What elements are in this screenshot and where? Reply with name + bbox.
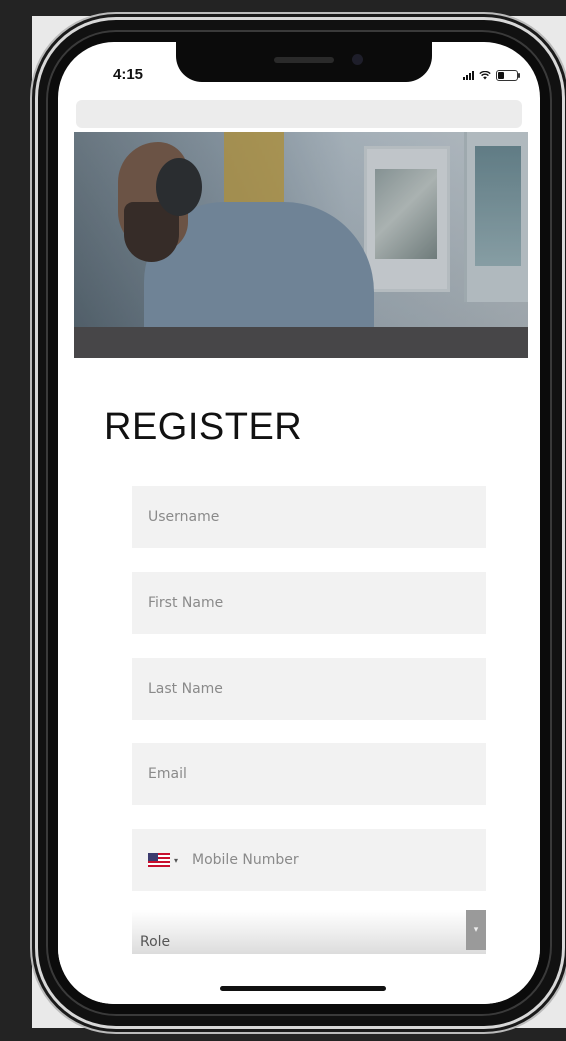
username-input[interactable] bbox=[132, 486, 486, 548]
mobile-number-input[interactable] bbox=[184, 828, 486, 892]
front-camera bbox=[352, 54, 363, 65]
chevron-down-icon: ▾ bbox=[174, 855, 179, 865]
speaker-grille bbox=[274, 57, 334, 63]
status-time: 4:15 bbox=[113, 66, 144, 83]
battery-icon bbox=[496, 69, 520, 81]
hero-image bbox=[74, 132, 528, 358]
country-code-selector[interactable]: ▾ bbox=[142, 853, 184, 867]
us-flag-icon bbox=[148, 853, 170, 867]
phone-screen: 4:15 REGISTER Username First Name Last N… bbox=[58, 42, 540, 1004]
register-form: REGISTER ▾ Role ▾ bbox=[58, 358, 540, 1004]
signal-icon bbox=[463, 70, 474, 80]
backdrop: 4:15 REGISTER Username First Name Last N… bbox=[0, 0, 566, 1041]
browser-address-bar[interactable] bbox=[76, 100, 522, 128]
notch bbox=[176, 42, 432, 82]
home-indicator[interactable] bbox=[220, 986, 386, 991]
role-select-label: Role bbox=[140, 934, 171, 950]
mobile-number-field: ▾ bbox=[132, 828, 486, 892]
role-select[interactable]: Role ▾ bbox=[132, 910, 486, 954]
page-title: REGISTER bbox=[104, 406, 303, 448]
status-icons bbox=[463, 68, 520, 82]
wifi-icon bbox=[479, 70, 491, 80]
select-arrow-icon[interactable]: ▾ bbox=[466, 910, 486, 950]
last-name-input[interactable] bbox=[132, 658, 486, 720]
email-input[interactable] bbox=[132, 743, 486, 805]
first-name-input[interactable] bbox=[132, 572, 486, 634]
